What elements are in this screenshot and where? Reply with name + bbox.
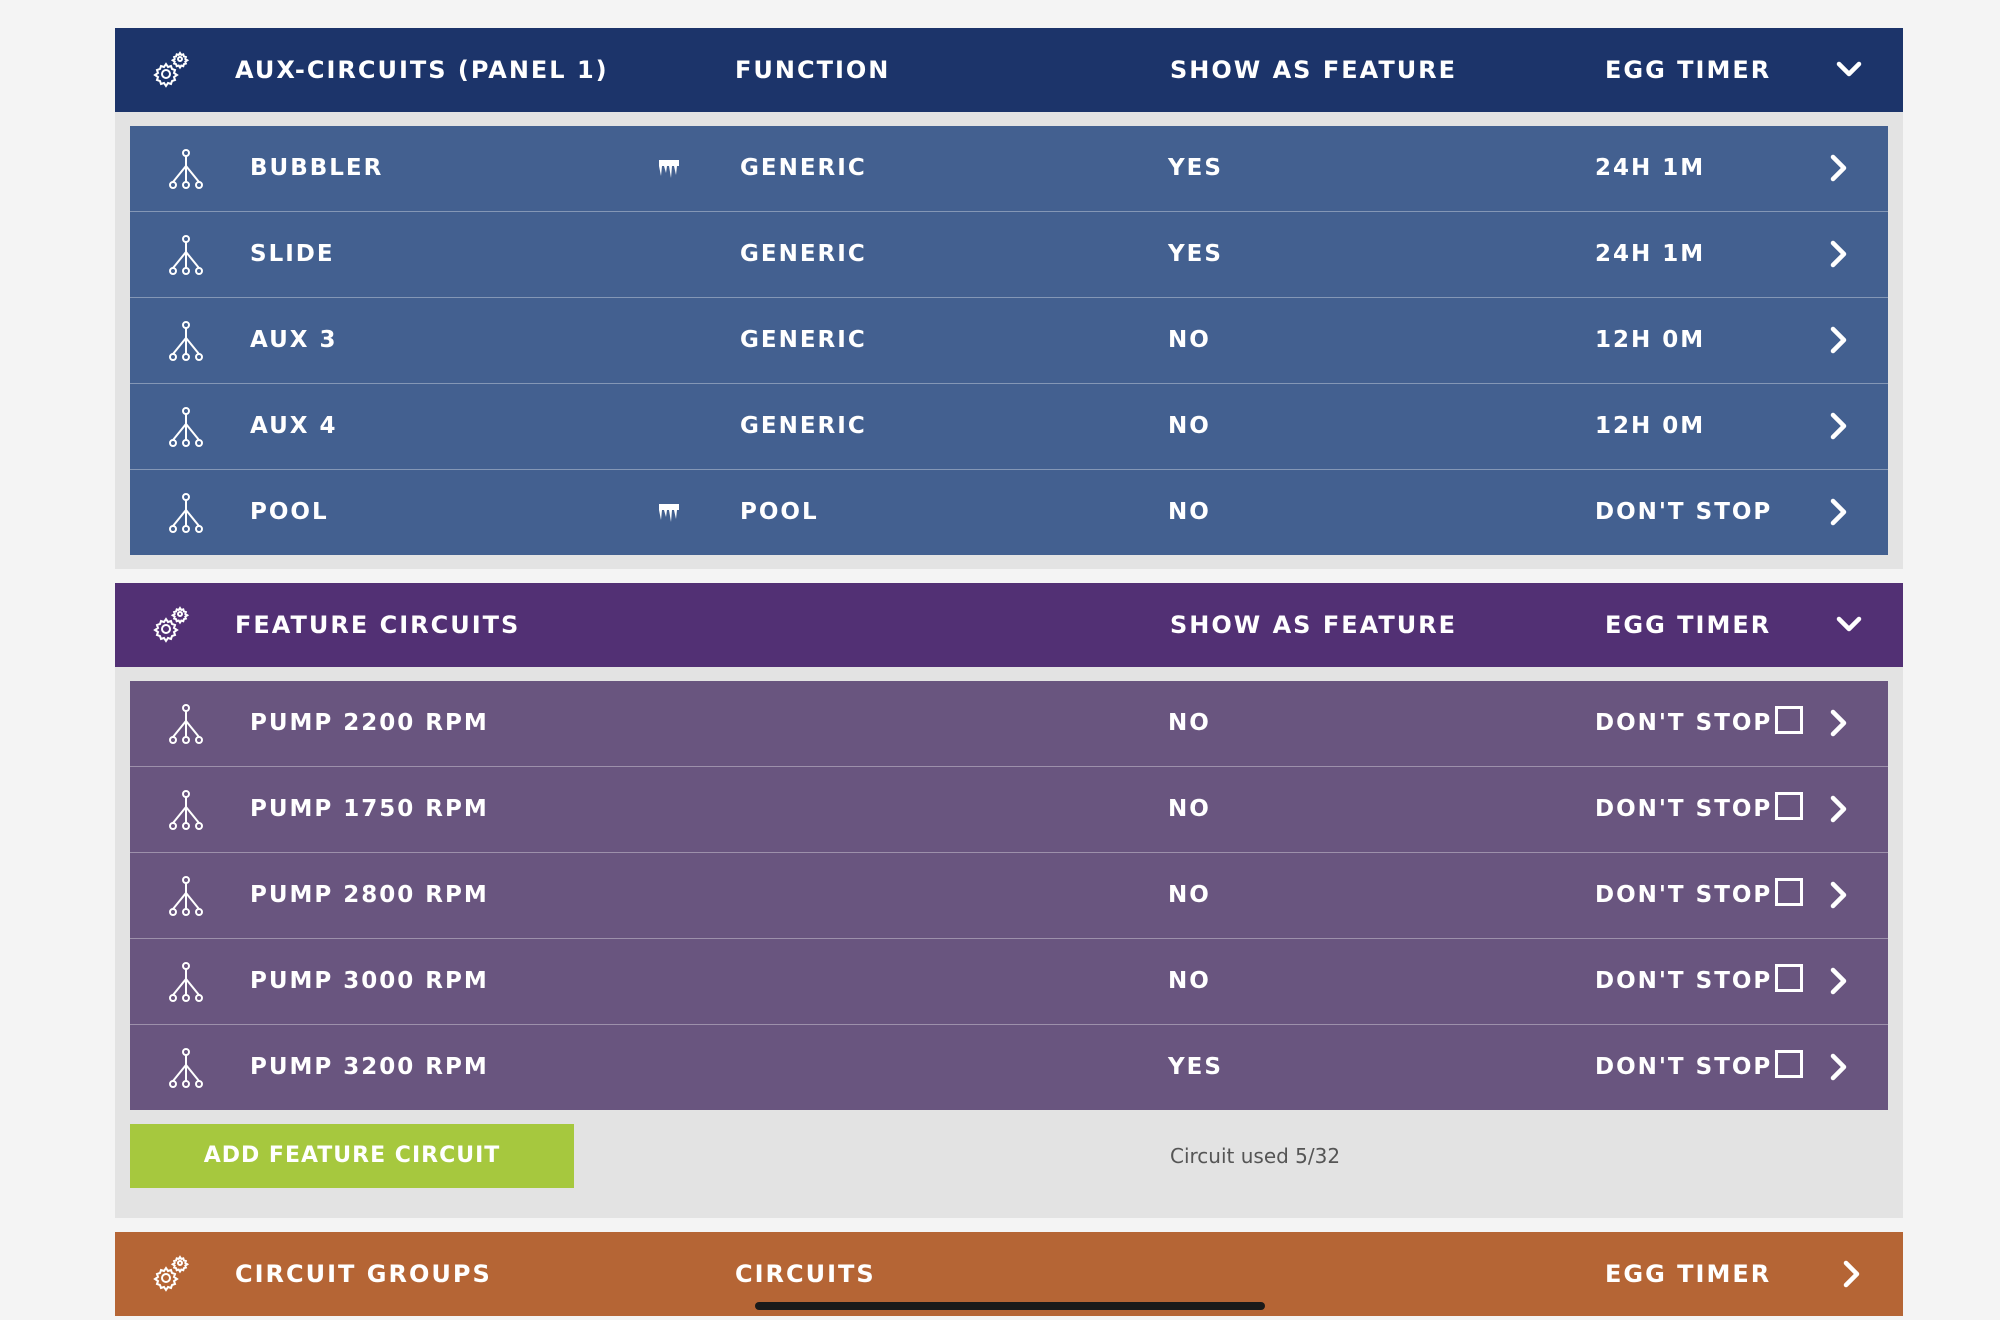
chevron-down-icon[interactable] <box>1835 56 1863 84</box>
circuit-tree-icon <box>166 492 206 534</box>
circuit-name: PUMP 2200 RPM <box>250 710 489 736</box>
aux-circuit-row[interactable]: BUBBLER GENERIC YES 24H 1M <box>130 126 1888 212</box>
gear-icon[interactable] <box>151 1254 191 1294</box>
chevron-right-icon[interactable] <box>1828 967 1850 995</box>
circuit-egg-timer: DON'T STOP <box>1595 1054 1773 1080</box>
circuit-tree-icon <box>166 703 206 745</box>
feature-footer: ADD FEATURE CIRCUIT Circuit used 5/32 <box>130 1124 1888 1204</box>
circuit-tree-icon <box>166 961 206 1003</box>
circuit-function: GENERIC <box>740 241 867 267</box>
column-header-function: FUNCTION <box>735 56 891 84</box>
freeze-protection-icon <box>658 159 680 179</box>
feature-circuit-row[interactable]: PUMP 2200 RPM NO DON'T STOP <box>130 681 1888 767</box>
circuit-function: POOL <box>740 499 819 525</box>
circuit-tree-icon <box>166 320 206 362</box>
circuit-show-as-feature: NO <box>1168 499 1211 525</box>
circuit-tree-icon <box>166 875 206 917</box>
aux-section-title: AUX-CIRCUITS (PANEL 1) <box>235 56 609 84</box>
column-header-show-as-feature: SHOW AS FEATURE <box>1170 56 1458 84</box>
circuit-egg-timer: DON'T STOP <box>1595 499 1773 525</box>
feature-circuit-row[interactable]: PUMP 2800 RPM NO DON'T STOP <box>130 853 1888 939</box>
circuit-name: BUBBLER <box>250 155 384 181</box>
circuit-show-as-feature: YES <box>1168 241 1223 267</box>
chevron-right-icon[interactable] <box>1828 412 1850 440</box>
chevron-right-icon[interactable] <box>1841 1260 1863 1288</box>
feature-checkbox[interactable] <box>1775 1050 1803 1078</box>
circuit-name: AUX 3 <box>250 327 338 353</box>
add-feature-circuit-button[interactable]: ADD FEATURE CIRCUIT <box>130 1124 574 1188</box>
column-header-show-as-feature: SHOW AS FEATURE <box>1170 611 1458 639</box>
circuit-egg-timer: 24H 1M <box>1595 155 1706 181</box>
circuit-tree-icon <box>166 234 206 276</box>
groups-section-title: CIRCUIT GROUPS <box>235 1260 492 1288</box>
circuit-name: AUX 4 <box>250 413 338 439</box>
circuit-name: PUMP 3000 RPM <box>250 968 489 994</box>
circuit-function: GENERIC <box>740 413 867 439</box>
chevron-right-icon[interactable] <box>1828 881 1850 909</box>
circuit-show-as-feature: NO <box>1168 968 1211 994</box>
chevron-right-icon[interactable] <box>1828 709 1850 737</box>
aux-circuits-header[interactable]: AUX-CIRCUITS (PANEL 1) FUNCTION SHOW AS … <box>115 28 1903 112</box>
circuit-tree-icon <box>166 406 206 448</box>
circuit-egg-timer: 24H 1M <box>1595 241 1706 267</box>
aux-circuits-list: BUBBLER GENERIC YES 24H 1M SLIDE GENERIC YES 24… <box>115 112 1903 569</box>
circuit-show-as-feature: NO <box>1168 710 1211 736</box>
circuit-name: POOL <box>250 499 329 525</box>
circuit-show-as-feature: NO <box>1168 796 1211 822</box>
circuit-config-page: AUX-CIRCUITS (PANEL 1) FUNCTION SHOW AS … <box>115 28 1903 1316</box>
circuit-function: GENERIC <box>740 327 867 353</box>
circuit-tree-icon <box>166 1047 206 1089</box>
gear-icon[interactable] <box>151 605 191 645</box>
feature-circuit-row[interactable]: PUMP 3200 RPM YES DON'T STOP <box>130 1025 1888 1110</box>
circuit-egg-timer: DON'T STOP <box>1595 882 1773 908</box>
circuit-show-as-feature: NO <box>1168 882 1211 908</box>
freeze-protection-icon <box>658 503 680 523</box>
circuit-tree-icon <box>166 148 206 190</box>
column-header-egg-timer: EGG TIMER <box>1605 56 1772 84</box>
circuit-egg-timer: DON'T STOP <box>1595 968 1773 994</box>
chevron-right-icon[interactable] <box>1828 1053 1850 1081</box>
circuit-function: GENERIC <box>740 155 867 181</box>
feature-circuit-row[interactable]: PUMP 1750 RPM NO DON'T STOP <box>130 767 1888 853</box>
chevron-right-icon[interactable] <box>1828 326 1850 354</box>
circuit-show-as-feature: NO <box>1168 327 1211 353</box>
feature-checkbox[interactable] <box>1775 792 1803 820</box>
feature-section-title: FEATURE CIRCUITS <box>235 611 521 639</box>
feature-circuits-list: PUMP 2200 RPM NO DON'T STOP PUMP 1750 RPM NO… <box>115 667 1903 1218</box>
circuit-tree-icon <box>166 789 206 831</box>
chevron-down-icon[interactable] <box>1835 611 1863 639</box>
circuit-egg-timer: DON'T STOP <box>1595 796 1773 822</box>
chevron-right-icon[interactable] <box>1828 795 1850 823</box>
chevron-right-icon[interactable] <box>1828 240 1850 268</box>
aux-circuit-row[interactable]: SLIDE GENERIC YES 24H 1M <box>130 212 1888 298</box>
circuit-egg-timer: DON'T STOP <box>1595 710 1773 736</box>
aux-circuit-row[interactable]: POOL POOL NO DON'T STOP <box>130 470 1888 555</box>
feature-checkbox[interactable] <box>1775 964 1803 992</box>
feature-checkbox[interactable] <box>1775 878 1803 906</box>
column-header-egg-timer: EGG TIMER <box>1605 611 1772 639</box>
circuit-name: PUMP 3200 RPM <box>250 1054 489 1080</box>
circuit-show-as-feature: YES <box>1168 1054 1223 1080</box>
circuit-show-as-feature: NO <box>1168 413 1211 439</box>
circuit-show-as-feature: YES <box>1168 155 1223 181</box>
circuit-name: PUMP 2800 RPM <box>250 882 489 908</box>
feature-circuit-row[interactable]: PUMP 3000 RPM NO DON'T STOP <box>130 939 1888 1025</box>
aux-circuit-row[interactable]: AUX 3 GENERIC NO 12H 0M <box>130 298 1888 384</box>
circuit-name: SLIDE <box>250 241 335 267</box>
circuit-egg-timer: 12H 0M <box>1595 413 1706 439</box>
aux-circuit-row[interactable]: AUX 4 GENERIC NO 12H 0M <box>130 384 1888 470</box>
gear-icon[interactable] <box>151 50 191 90</box>
circuit-egg-timer: 12H 0M <box>1595 327 1706 353</box>
feature-checkbox[interactable] <box>1775 706 1803 734</box>
feature-circuits-header[interactable]: FEATURE CIRCUITS SHOW AS FEATURE EGG TIM… <box>115 583 1903 667</box>
column-header-egg-timer: EGG TIMER <box>1605 1260 1772 1288</box>
circuit-used-count: Circuit used 5/32 <box>1170 1144 1341 1168</box>
circuit-name: PUMP 1750 RPM <box>250 796 489 822</box>
home-indicator <box>755 1302 1265 1310</box>
chevron-right-icon[interactable] <box>1828 498 1850 526</box>
chevron-right-icon[interactable] <box>1828 154 1850 182</box>
